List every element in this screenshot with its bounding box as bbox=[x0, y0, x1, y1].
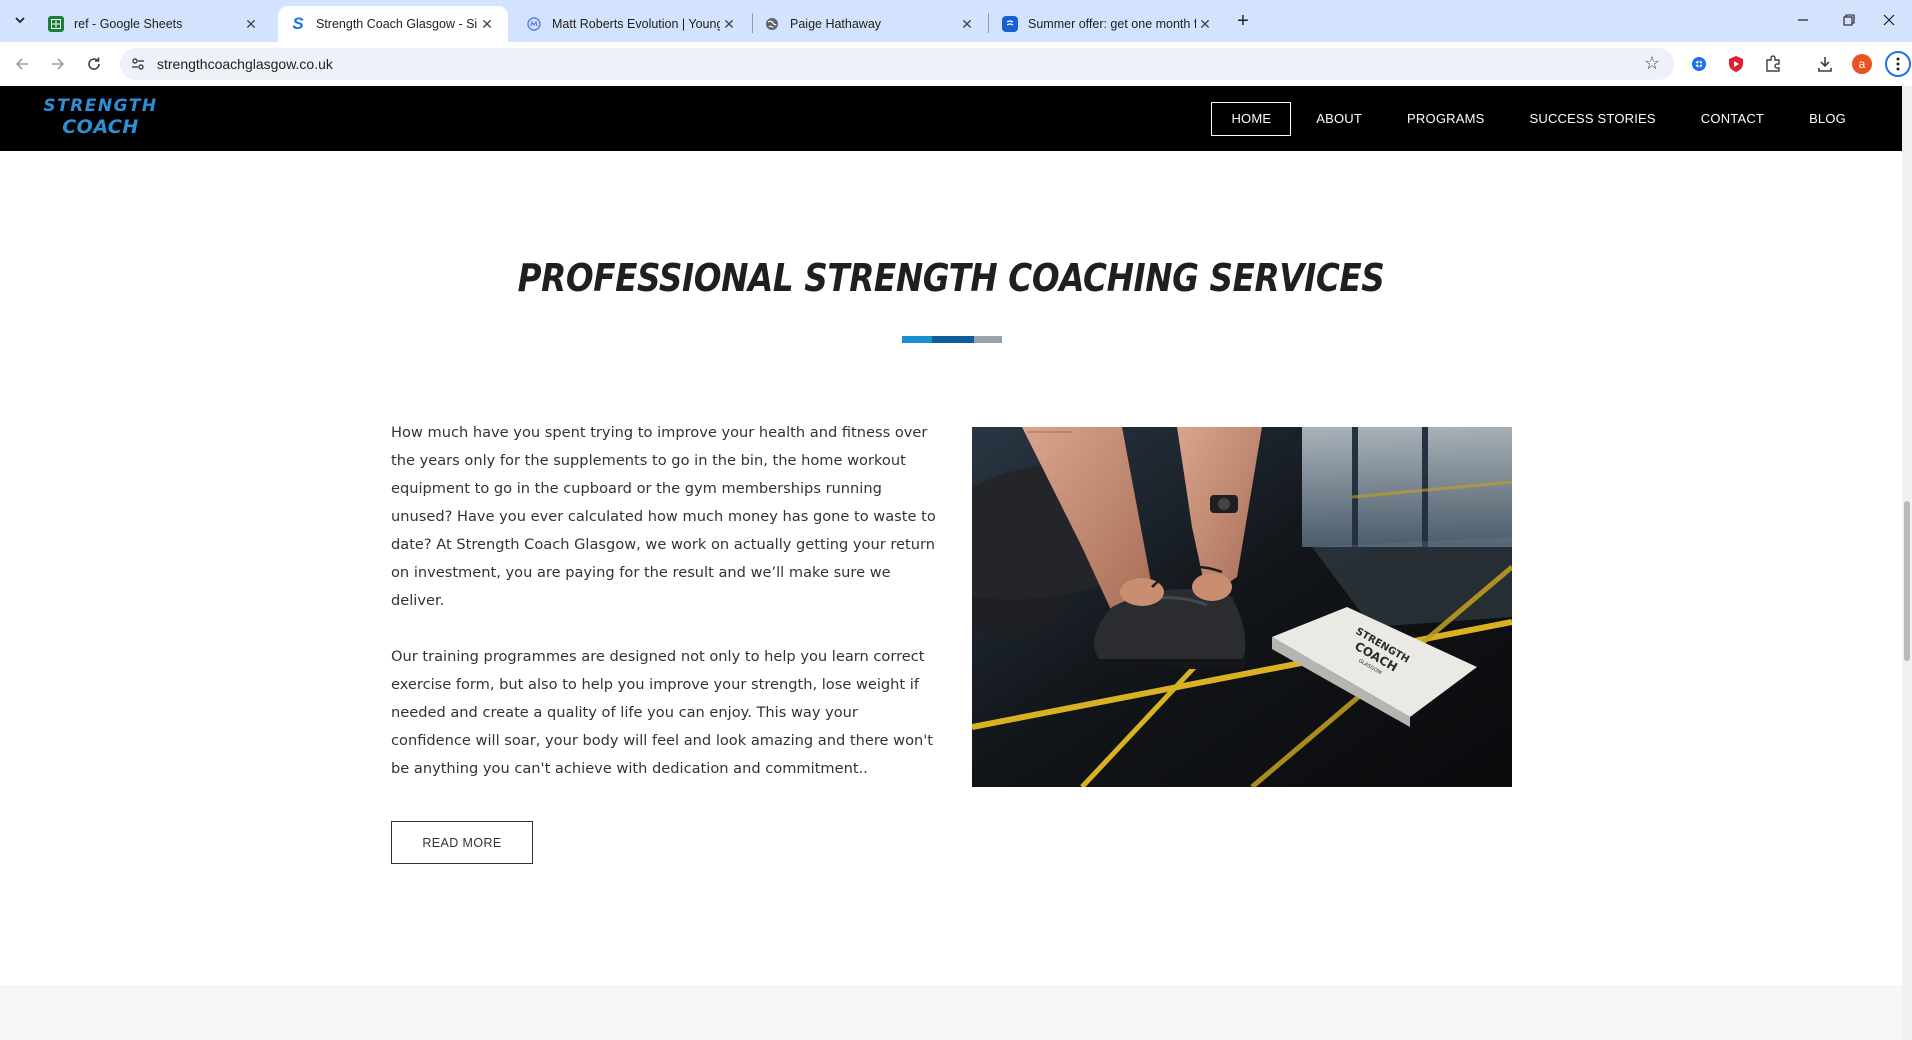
divider-segment bbox=[974, 336, 1002, 343]
arrow-right-icon bbox=[52, 58, 65, 70]
section-heading: PROFESSIONAL STRENGTH COACHING SERVICES bbox=[517, 256, 1385, 300]
divider-segment bbox=[902, 336, 932, 343]
close-icon[interactable]: ✕ bbox=[1196, 15, 1214, 33]
read-more-button[interactable]: READ MORE bbox=[391, 821, 533, 864]
download-icon[interactable] bbox=[1814, 53, 1836, 75]
section-body: How much have you spent trying to improv… bbox=[391, 419, 936, 783]
restore-icon bbox=[1843, 14, 1855, 26]
tab-separator bbox=[988, 13, 989, 33]
tab-google-sheets[interactable]: ref - Google Sheets ✕ bbox=[36, 6, 272, 42]
tab-separator bbox=[752, 13, 753, 33]
site-header: STRENGTH COACH HOME ABOUT PROGRAMS SUCCE… bbox=[0, 86, 1902, 151]
nav-success-stories[interactable]: SUCCESS STORIES bbox=[1510, 101, 1676, 137]
tab-matt-roberts[interactable]: Matt Roberts Evolution | Young ✕ bbox=[514, 6, 750, 42]
paragraph: Our training programmes are designed not… bbox=[391, 648, 933, 777]
offer-icon bbox=[1002, 16, 1018, 32]
globe-icon bbox=[764, 16, 780, 32]
close-icon[interactable]: ✕ bbox=[958, 15, 976, 33]
reload-icon bbox=[88, 57, 100, 70]
next-section bbox=[0, 986, 1902, 1040]
close-window-button[interactable] bbox=[1866, 0, 1912, 40]
new-tab-button[interactable]: + bbox=[1231, 9, 1255, 33]
heading-divider bbox=[902, 336, 1002, 343]
main-nav: HOME ABOUT PROGRAMS SUCCESS STORIES CONT… bbox=[1206, 101, 1866, 137]
logo-line-1: STRENGTH bbox=[43, 96, 158, 116]
url-text: strengthcoachglasgow.co.uk bbox=[157, 56, 333, 72]
reload-button[interactable] bbox=[82, 52, 106, 76]
site-info-icon[interactable] bbox=[128, 54, 148, 74]
strength-coach-s-icon: S bbox=[292, 14, 304, 33]
chrome-menu-button[interactable] bbox=[1885, 51, 1911, 77]
tab-title: Paige Hathaway bbox=[790, 17, 882, 31]
nav-home[interactable]: HOME bbox=[1211, 102, 1292, 136]
tab-title: Matt Roberts Evolution | Young bbox=[552, 17, 720, 31]
tab-paige-hathaway[interactable]: Paige Hathaway ✕ bbox=[752, 6, 988, 42]
chevron-down-icon bbox=[15, 17, 25, 24]
tab-strength-coach[interactable]: S Strength Coach Glasgow - Simp ✕ bbox=[278, 6, 508, 42]
nav-contact[interactable]: CONTACT bbox=[1681, 101, 1784, 137]
close-icon[interactable]: ✕ bbox=[720, 15, 738, 33]
nav-about[interactable]: ABOUT bbox=[1296, 101, 1382, 137]
address-bar[interactable]: strengthcoachglasgow.co.uk ☆ bbox=[120, 48, 1674, 80]
scrollbar-thumb[interactable] bbox=[1904, 501, 1910, 661]
browser-toolbar: strengthcoachglasgow.co.uk ☆ a bbox=[0, 42, 1912, 86]
logo-line-2: COACH bbox=[62, 116, 139, 138]
back-button[interactable] bbox=[10, 52, 34, 76]
more-vertical-icon bbox=[1896, 57, 1900, 71]
sheets-icon bbox=[48, 16, 64, 32]
browser-tab-strip: ref - Google Sheets ✕ S Strength Coach G… bbox=[0, 0, 1912, 42]
tab-summer-offer[interactable]: Summer offer: get one month f ✕ bbox=[990, 6, 1226, 42]
matt-roberts-icon bbox=[526, 16, 542, 32]
hero-image: STRENGTH COACH GLASGOW bbox=[972, 427, 1512, 787]
tab-search-button[interactable] bbox=[8, 8, 32, 32]
arrow-left-icon bbox=[15, 58, 28, 70]
nav-blog[interactable]: BLOG bbox=[1789, 101, 1866, 137]
tab-title: Summer offer: get one month f bbox=[1028, 17, 1196, 31]
close-icon[interactable]: ✕ bbox=[242, 15, 260, 33]
minimize-button[interactable] bbox=[1780, 0, 1826, 40]
extension-icon[interactable] bbox=[1688, 53, 1710, 75]
tab-title: Strength Coach Glasgow - Simp bbox=[316, 17, 478, 31]
close-icon[interactable]: ✕ bbox=[478, 15, 496, 33]
paragraph: How much have you spent trying to improv… bbox=[391, 424, 936, 609]
forward-button[interactable] bbox=[46, 52, 70, 76]
nav-programs[interactable]: PROGRAMS bbox=[1387, 101, 1504, 137]
shield-extension-icon[interactable] bbox=[1725, 53, 1747, 75]
site-logo[interactable]: STRENGTH COACH bbox=[38, 98, 163, 140]
bookmark-star-icon[interactable]: ☆ bbox=[1644, 53, 1660, 74]
profile-avatar[interactable]: a bbox=[1851, 53, 1873, 75]
puzzle-icon[interactable] bbox=[1762, 53, 1784, 75]
divider-segment bbox=[932, 336, 974, 343]
close-icon bbox=[1883, 14, 1895, 26]
tab-title: ref - Google Sheets bbox=[74, 17, 183, 31]
page-scrollbar[interactable] bbox=[1902, 86, 1912, 1040]
avatar: a bbox=[1852, 54, 1872, 74]
minimize-icon bbox=[1798, 19, 1808, 21]
